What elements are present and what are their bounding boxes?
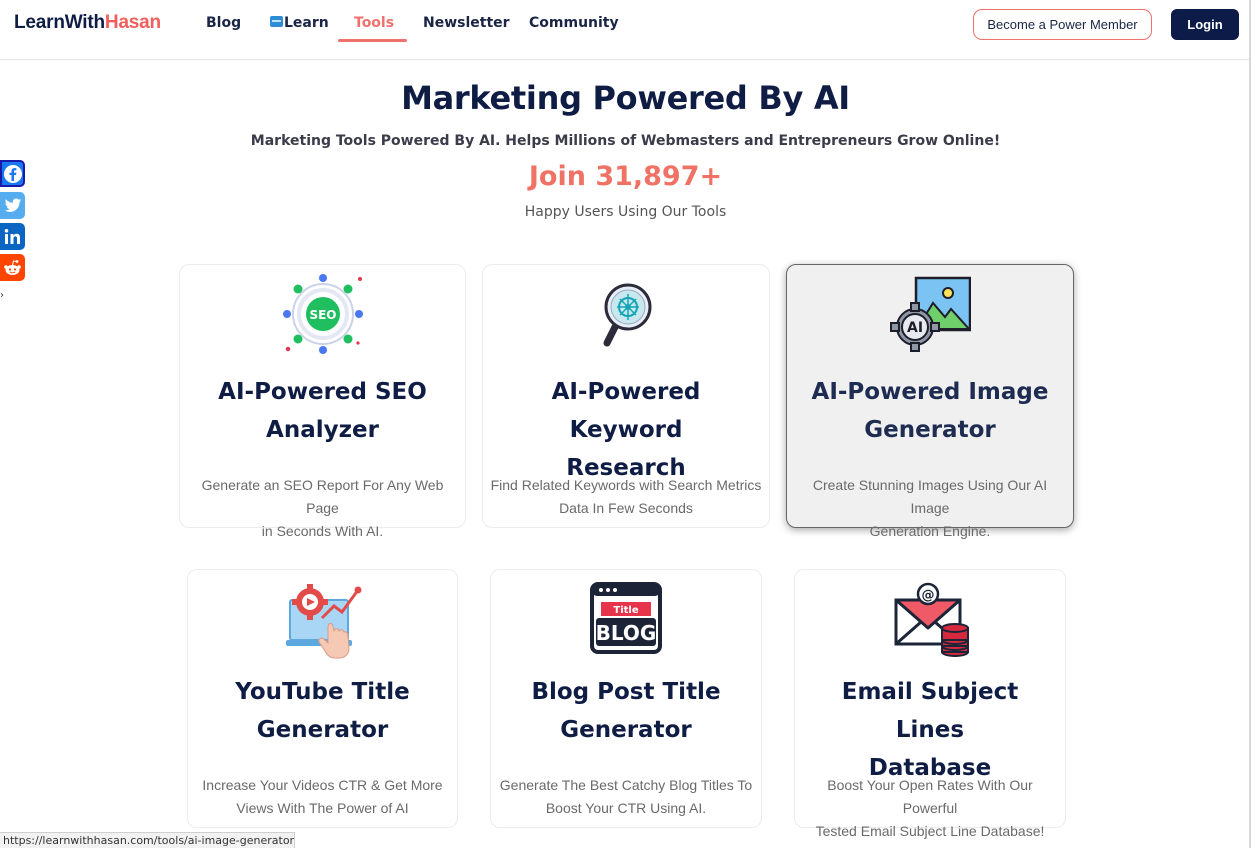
- card-description: Increase Your Videos CTR & Get More View…: [194, 774, 451, 820]
- icon-text-title: Title: [613, 605, 638, 616]
- card-title-line2: Generator: [560, 717, 692, 743]
- seo-network-icon: SEO: [282, 274, 363, 354]
- tool-card-email-subject-lines[interactable]: @ Email Subject Lines Database Boost You…: [794, 569, 1066, 839]
- tool-card-blog-title-generator[interactable]: Title BLOG Blog Post Title Generator Gen…: [490, 569, 762, 828]
- ai-icon-label: AI: [907, 320, 923, 336]
- share-more-icon[interactable]: ›: [0, 290, 4, 301]
- tool-card-image-generator[interactable]: AI AI-Powered Image Generator Create Stu…: [786, 264, 1074, 539]
- site-logo[interactable]: LearnWithHasan: [14, 12, 161, 34]
- card-title: AI-Powered Keyword Research: [493, 373, 759, 487]
- nav-item-learn-label: Learn: [284, 15, 329, 31]
- card-title: AI-Powered SEO Analyzer: [190, 373, 455, 449]
- nav-item-newsletter[interactable]: Newsletter: [423, 15, 510, 31]
- card-title: Blog Post Title Generator: [501, 673, 751, 749]
- reddit-icon: [4, 259, 21, 275]
- top-navigation-bar: LearnWithHasan Blog Learn Tools Newslett…: [0, 0, 1251, 60]
- icon-text-blog: BLOG: [596, 621, 657, 645]
- blog-title-icon: Title BLOG: [590, 582, 662, 654]
- browser-status-url: https://learnwithhasan.com/tools/ai-imag…: [0, 832, 295, 848]
- active-tab-underline: [338, 39, 407, 42]
- page-title: Marketing Powered By AI: [401, 79, 850, 117]
- facebook-icon: [3, 164, 22, 183]
- svg-text:@: @: [922, 588, 935, 603]
- login-button[interactable]: Login: [1171, 9, 1239, 40]
- card-desc-line2: in Seconds With AI.: [261, 523, 384, 539]
- card-description: Create Stunning Images Using Our AI Imag…: [793, 474, 1067, 543]
- reddit-share-button[interactable]: [0, 254, 25, 281]
- youtube-growth-icon: [285, 584, 361, 659]
- card-description: Generate The Best Catchy Blog Titles To …: [497, 774, 755, 820]
- card-title-line2: Generator: [864, 417, 996, 443]
- card-description: Boost Your Open Rates With Our Powerful …: [801, 774, 1059, 843]
- card-desc-line1: Boost Your Open Rates With Our Powerful: [827, 777, 1033, 816]
- card-title: AI-Powered Image Generator: [797, 373, 1063, 449]
- seo-icon-label: SEO: [309, 308, 336, 322]
- facebook-share-button[interactable]: [0, 160, 25, 187]
- card-title-line1: Email Subject Lines: [841, 679, 1019, 743]
- card-desc-line1: Create Stunning Images Using Our AI Imag…: [812, 477, 1048, 516]
- card-desc-line2: Views With The Power of AI: [236, 800, 409, 816]
- nav-item-tools[interactable]: Tools: [354, 15, 394, 31]
- card-title-line2: Generator: [256, 717, 389, 743]
- twitter-share-button[interactable]: [0, 192, 25, 219]
- card-title-line1: AI-Powered Image: [811, 379, 1049, 405]
- card-title-line1: Blog Post Title: [531, 679, 721, 705]
- tool-card-seo-analyzer[interactable]: SEO AI-Powered SEO Analyzer Generate an …: [179, 264, 466, 539]
- card-title: Email Subject Lines Database: [805, 673, 1055, 787]
- user-count-caption: Happy Users Using Our Tools: [524, 204, 727, 220]
- card-description: Generate an SEO Report For Any Web Page …: [186, 474, 459, 543]
- card-desc-line1: Generate an SEO Report For Any Web Page: [201, 477, 444, 516]
- card-desc-line1: Find Related Keywords with Search Metric…: [490, 477, 762, 493]
- email-database-icon: @: [894, 582, 969, 657]
- card-desc-line2: Generation Engine.: [869, 523, 991, 539]
- card-desc-line2: Tested Email Subject Line Database!: [815, 823, 1045, 839]
- logo-text-part1: LearnWith: [14, 12, 105, 33]
- card-description: Find Related Keywords with Search Metric…: [489, 474, 763, 520]
- nav-item-community[interactable]: Community: [529, 15, 619, 31]
- new-badge-icon: [270, 16, 283, 27]
- tool-card-youtube-title-generator[interactable]: YouTube Title Generator Increase Your Vi…: [187, 569, 458, 828]
- card-title: YouTube Title Generator: [198, 673, 447, 749]
- ai-image-icon: AI: [890, 276, 971, 352]
- linkedin-icon: [4, 228, 20, 244]
- page-subtitle: Marketing Tools Powered By AI. Helps Mil…: [250, 133, 1001, 149]
- logo-text-part2: Hasan: [104, 12, 161, 33]
- card-title-line1: YouTube Title: [235, 679, 410, 705]
- card-title-line1: AI-Powered Keyword: [551, 379, 701, 443]
- twitter-icon: [4, 198, 21, 212]
- card-title-line2: Analyzer: [266, 417, 379, 443]
- nav-item-learn[interactable]: Learn: [270, 15, 329, 31]
- linkedin-share-button[interactable]: [0, 223, 25, 250]
- card-desc-line2: Boost Your CTR Using AI.: [545, 800, 707, 816]
- card-desc-line1: Increase Your Videos CTR & Get More: [202, 777, 443, 793]
- user-count: Join 31,897+: [528, 161, 723, 192]
- keyword-magnifier-icon: [603, 283, 652, 347]
- card-desc-line2: Data In Few Seconds: [559, 500, 693, 516]
- card-desc-line1: Generate The Best Catchy Blog Titles To: [499, 777, 753, 793]
- nav-item-blog[interactable]: Blog: [206, 15, 241, 31]
- tool-card-keyword-research[interactable]: AI-Powered Keyword Research Find Related…: [482, 264, 770, 528]
- become-power-member-button[interactable]: Become a Power Member: [973, 9, 1152, 40]
- card-title-line1: AI-Powered SEO: [218, 379, 427, 405]
